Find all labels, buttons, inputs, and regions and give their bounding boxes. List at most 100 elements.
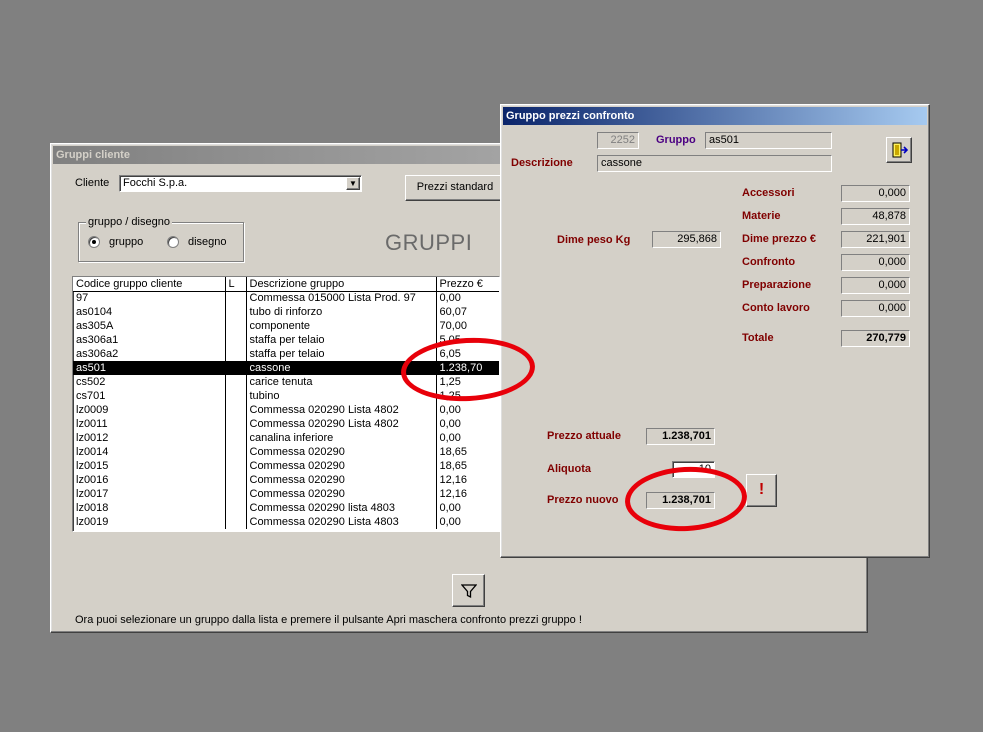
preparazione-label: Preparazione bbox=[742, 279, 812, 291]
exit-door-icon bbox=[892, 142, 909, 158]
cell-descrizione: Commessa 020290 bbox=[246, 487, 437, 501]
cell-l bbox=[225, 291, 247, 305]
cell-codice: as501 bbox=[73, 361, 226, 375]
cell-prezzo: 0,00 bbox=[436, 515, 499, 529]
cell-descrizione: tubino bbox=[246, 389, 437, 403]
cell-codice: lz0012 bbox=[73, 431, 226, 445]
cell-l bbox=[225, 361, 247, 375]
dime-prezzo-field[interactable]: 221,901 bbox=[841, 231, 910, 248]
accessori-field[interactable]: 0,000 bbox=[841, 185, 910, 202]
cell-descrizione: Commessa 020290 Lista 4802 bbox=[246, 417, 437, 431]
radio-gruppo-selected-dot bbox=[92, 240, 96, 244]
confronto-titlebar[interactable]: Gruppo prezzi confronto bbox=[503, 107, 927, 125]
status-message: Ora puoi selezionare un gruppo dalla lis… bbox=[75, 614, 582, 626]
cell-prezzo: 0,00 bbox=[436, 501, 499, 515]
cell-codice: as0104 bbox=[73, 305, 226, 319]
table-row[interactable]: as305A componente 70,00 bbox=[73, 319, 499, 333]
column-header-codice[interactable]: Codice gruppo cliente bbox=[73, 277, 226, 292]
cell-l bbox=[225, 417, 247, 431]
totale-label: Totale bbox=[742, 332, 774, 344]
column-header-l[interactable]: L bbox=[225, 277, 247, 292]
cell-codice: lz0018 bbox=[73, 501, 226, 515]
cell-codice: lz0015 bbox=[73, 459, 226, 473]
cliente-select-value: Focchi S.p.a. bbox=[123, 177, 188, 189]
exit-button[interactable] bbox=[886, 137, 912, 163]
table-row[interactable]: lz0015 Commessa 020290 18,65 bbox=[73, 459, 499, 473]
cell-l bbox=[225, 305, 247, 319]
conto-lavoro-field[interactable]: 0,000 bbox=[841, 300, 910, 317]
cell-l bbox=[225, 515, 247, 529]
cell-prezzo: 0,00 bbox=[436, 291, 499, 305]
gruppo-field[interactable]: as501 bbox=[705, 132, 832, 149]
radio-gruppo-label[interactable]: gruppo bbox=[109, 236, 143, 248]
prezzo-attuale-label: Prezzo attuale bbox=[547, 430, 621, 442]
cell-codice: lz0009 bbox=[73, 403, 226, 417]
column-header-prezzo[interactable]: Prezzo € bbox=[436, 277, 499, 292]
cliente-select[interactable]: Focchi S.p.a. ▼ bbox=[119, 175, 362, 192]
gruppo-id-field: 2252 bbox=[597, 132, 639, 149]
cell-l bbox=[225, 431, 247, 445]
cell-codice: lz0014 bbox=[73, 445, 226, 459]
column-header-descrizione[interactable]: Descrizione gruppo bbox=[246, 277, 437, 292]
apply-price-button[interactable]: ! bbox=[746, 474, 777, 507]
gruppo-label: Gruppo bbox=[656, 134, 696, 146]
cell-descrizione: tubo di rinforzo bbox=[246, 305, 437, 319]
materie-field[interactable]: 48,878 bbox=[841, 208, 910, 225]
cliente-dropdown-button[interactable]: ▼ bbox=[346, 177, 360, 190]
table-row[interactable]: lz0011 Commessa 020290 Lista 4802 0,00 bbox=[73, 417, 499, 431]
confronto-field[interactable]: 0,000 bbox=[841, 254, 910, 271]
cell-l bbox=[225, 487, 247, 501]
cell-descrizione: Commessa 020290 Lista 4802 bbox=[246, 403, 437, 417]
gruppo-disegno-groupbox-title: gruppo / disegno bbox=[86, 216, 172, 228]
radio-disegno-label[interactable]: disegno bbox=[188, 236, 227, 248]
cell-l bbox=[225, 445, 247, 459]
descrizione-field[interactable]: cassone bbox=[597, 155, 832, 172]
cell-codice: as305A bbox=[73, 319, 226, 333]
cell-codice: as306a1 bbox=[73, 333, 226, 347]
filter-funnel-icon bbox=[460, 584, 477, 599]
cell-l bbox=[225, 501, 247, 515]
table-row[interactable]: lz0009 Commessa 020290 Lista 4802 0,00 bbox=[73, 403, 499, 417]
cell-descrizione: canalina inferiore bbox=[246, 431, 437, 445]
materie-label: Materie bbox=[742, 210, 781, 222]
cell-l bbox=[225, 403, 247, 417]
table-row[interactable]: lz0017 Commessa 020290 12,16 bbox=[73, 487, 499, 501]
cell-codice: 97 bbox=[73, 291, 226, 305]
cliente-label: Cliente bbox=[75, 177, 110, 189]
conto-lavoro-label: Conto lavoro bbox=[742, 302, 810, 314]
dime-prezzo-label: Dime prezzo € bbox=[742, 233, 816, 245]
cell-descrizione: Commessa 020290 Lista 4803 bbox=[246, 515, 437, 529]
gruppi-heading: GRUPPI bbox=[385, 230, 473, 255]
table-row[interactable]: lz0016 Commessa 020290 12,16 bbox=[73, 473, 499, 487]
cell-l bbox=[225, 333, 247, 347]
prezzi-standard-button[interactable]: Prezzi standard bbox=[405, 175, 505, 201]
dime-peso-label: Dime peso Kg bbox=[557, 234, 631, 246]
cell-codice: cs502 bbox=[73, 375, 226, 389]
cell-l bbox=[225, 319, 247, 333]
preparazione-field[interactable]: 0,000 bbox=[841, 277, 910, 294]
confronto-title: Gruppo prezzi confronto bbox=[506, 110, 635, 122]
cell-l bbox=[225, 473, 247, 487]
cell-prezzo: 0,00 bbox=[436, 417, 499, 431]
table-row[interactable]: lz0014 Commessa 020290 18,65 bbox=[73, 445, 499, 459]
gruppi-list[interactable]: Codice gruppo cliente L Descrizione grup… bbox=[72, 276, 500, 532]
cell-l bbox=[225, 459, 247, 473]
chevron-down-icon: ▼ bbox=[349, 179, 357, 188]
radio-disegno[interactable] bbox=[167, 236, 179, 248]
cell-codice: lz0017 bbox=[73, 487, 226, 501]
cell-descrizione: componente bbox=[246, 319, 437, 333]
table-row[interactable]: lz0019 Commessa 020290 Lista 4803 0,00 bbox=[73, 515, 499, 529]
radio-gruppo[interactable] bbox=[88, 236, 100, 248]
cell-l bbox=[225, 389, 247, 403]
dime-peso-field[interactable]: 295,868 bbox=[652, 231, 721, 248]
table-row[interactable]: as0104 tubo di rinforzo 60,07 bbox=[73, 305, 499, 319]
table-row[interactable]: 97 Commessa 015000 Lista Prod. 97 0,00 bbox=[73, 291, 499, 305]
cell-prezzo: 70,00 bbox=[436, 319, 499, 333]
cell-l bbox=[225, 347, 247, 361]
table-row[interactable]: lz0012 canalina inferiore 0,00 bbox=[73, 431, 499, 445]
table-row[interactable]: lz0018 Commessa 020290 lista 4803 0,00 bbox=[73, 501, 499, 515]
filter-button[interactable] bbox=[452, 574, 485, 607]
cell-descrizione: staffa per telaio bbox=[246, 333, 437, 347]
cell-prezzo: 12,16 bbox=[436, 487, 499, 501]
cell-prezzo: 12,16 bbox=[436, 473, 499, 487]
